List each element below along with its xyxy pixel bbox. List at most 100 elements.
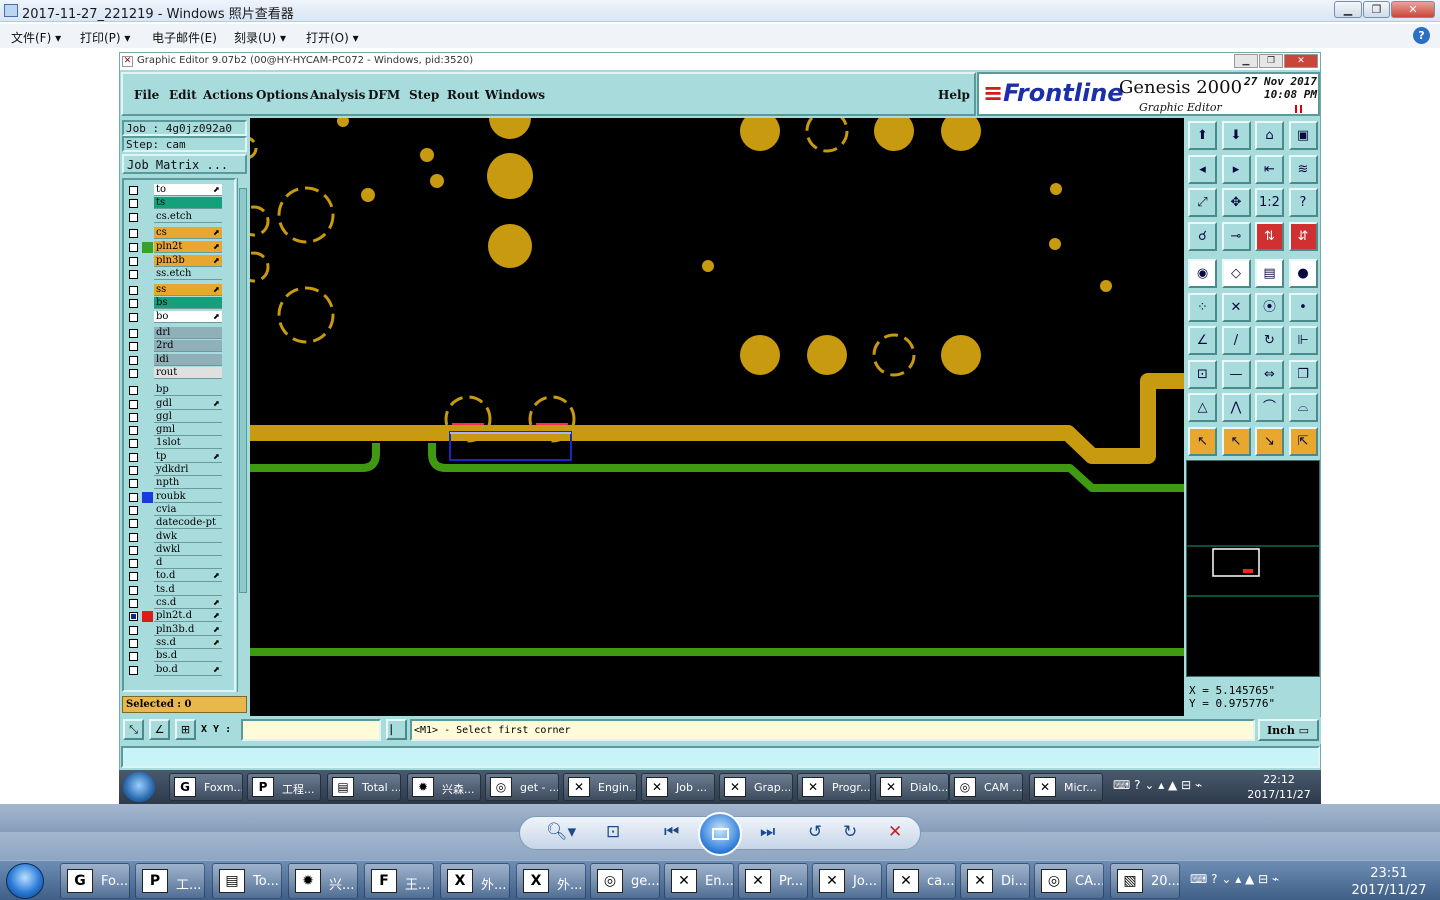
- layer-name[interactable]: dwkl: [154, 543, 222, 556]
- layer-checkbox[interactable]: [129, 368, 138, 378]
- zoom-in-icon[interactable]: ⬇: [1221, 121, 1251, 150]
- layer-affected-swatch[interactable]: [142, 185, 153, 196]
- layer-row-to-d[interactable]: to.d ⬈: [126, 570, 234, 583]
- layer-row-bs-d[interactable]: bs.d: [126, 650, 234, 663]
- layer-row-ss[interactable]: ss ⬈: [126, 284, 234, 297]
- pan-right-icon[interactable]: ▸: [1221, 154, 1251, 184]
- layer-checkbox[interactable]: [129, 412, 138, 422]
- layer-name[interactable]: gdl: [154, 397, 222, 410]
- layer-name[interactable]: ggl: [154, 410, 222, 423]
- taskbar-item[interactable]: ✕ Pr...: [738, 863, 808, 899]
- layer-name[interactable]: ss.d: [154, 636, 222, 649]
- layer-affected-swatch[interactable]: [142, 638, 153, 649]
- genesis-minimize-button[interactable]: ▁: [1234, 54, 1258, 68]
- layer-checkbox[interactable]: [129, 228, 138, 238]
- layer-checkbox[interactable]: [129, 652, 138, 662]
- layer-affected-swatch[interactable]: [142, 328, 153, 339]
- layer-name[interactable]: 2rd: [154, 340, 222, 353]
- layer-affected-swatch[interactable]: [142, 312, 153, 323]
- taskbar-item[interactable]: X 外...: [440, 863, 510, 899]
- unit-selector[interactable]: Inch ▭: [1258, 719, 1319, 741]
- layer-checkbox[interactable]: [129, 572, 138, 582]
- layer-affected-swatch[interactable]: [142, 611, 153, 623]
- layer-affected-swatch[interactable]: [142, 465, 153, 476]
- layer-checkbox[interactable]: [129, 545, 138, 555]
- menu-actions[interactable]: Actions: [203, 88, 253, 102]
- menu-help[interactable]: Help: [938, 88, 970, 102]
- layer-row-drl[interactable]: drl: [126, 327, 234, 339]
- layer-name[interactable]: ss: [154, 284, 222, 297]
- layer-affected-swatch[interactable]: [142, 571, 153, 582]
- taskbar-item[interactable]: F 王...: [364, 863, 434, 899]
- layer-checkbox[interactable]: [129, 355, 138, 365]
- pan-left-icon[interactable]: ◂: [1188, 154, 1217, 184]
- job-matrix-button[interactable]: Job Matrix ...: [122, 154, 247, 174]
- layer-row-pln3b-d[interactable]: pln3b.d ⬈: [126, 623, 234, 636]
- move-pointer-icon[interactable]: ↘: [1255, 426, 1284, 456]
- layer-affected-swatch[interactable]: [142, 228, 153, 239]
- layer-checkbox[interactable]: [129, 386, 138, 396]
- taskbar-item[interactable]: ✕ Jo...: [812, 863, 882, 899]
- layer-checkbox[interactable]: [129, 625, 138, 635]
- layer-row-npth[interactable]: npth: [126, 477, 234, 490]
- layer-checkbox[interactable]: [129, 532, 138, 542]
- layer-row-cvia[interactable]: cvia: [126, 503, 234, 516]
- zoom-window-icon[interactable]: ⤡: [123, 719, 144, 740]
- layer-name[interactable]: pln2t.d: [154, 610, 222, 623]
- layer-checkbox[interactable]: [129, 492, 138, 502]
- layer-checkbox[interactable]: [129, 599, 138, 608]
- layer-affected-swatch[interactable]: [142, 532, 153, 543]
- vertex-icon[interactable]: ⋀: [1221, 393, 1251, 422]
- next-icon[interactable]: ⏭: [760, 822, 775, 842]
- taskbar-item[interactable]: ✕ En...: [664, 863, 734, 899]
- taskbar-item[interactable]: ◎ CA...: [1034, 863, 1104, 899]
- menu-options[interactable]: Options: [256, 88, 308, 102]
- actual-size-icon[interactable]: ⊡: [606, 822, 620, 842]
- inner-taskbar-item[interactable]: ✹ 兴森...: [407, 773, 481, 801]
- layer-checkbox[interactable]: [129, 342, 138, 352]
- arc-edit-icon[interactable]: ⌒: [1255, 393, 1284, 422]
- horizontal-line-icon[interactable]: —: [1221, 359, 1251, 389]
- layer-affected-swatch[interactable]: [142, 368, 153, 379]
- fit-icon[interactable]: ⇤: [1255, 154, 1284, 184]
- snap-icon[interactable]: ≋: [1288, 154, 1318, 184]
- layer-row-cs[interactable]: cs ⬈: [126, 226, 234, 239]
- drill-icon[interactable]: ●: [1288, 259, 1318, 288]
- layer-checkbox[interactable]: [129, 559, 138, 569]
- genesis-close-button[interactable]: ✕: [1284, 54, 1318, 68]
- inner-taskbar-item[interactable]: ✕ Dialo...: [875, 773, 949, 801]
- layer-name[interactable]: roubk: [154, 490, 222, 503]
- minimize-button[interactable]: ▁: [1334, 1, 1362, 18]
- expand-icon[interactable]: ⤢: [1188, 188, 1217, 217]
- layer-affected-swatch[interactable]: [142, 545, 153, 556]
- layer-name[interactable]: bs.d: [154, 650, 222, 663]
- layer-name[interactable]: cs.etch: [154, 210, 222, 223]
- layer-name[interactable]: rout: [154, 366, 222, 379]
- taskbar-item[interactable]: ✕ ca...: [886, 863, 956, 899]
- layer-name[interactable]: bs: [154, 297, 222, 310]
- layer-name[interactable]: tp: [154, 450, 222, 463]
- layer-name[interactable]: gml: [154, 424, 222, 437]
- taskbar-item[interactable]: P 工...: [135, 863, 205, 899]
- layer-row-pln2t[interactable]: pln2t ⬈: [126, 241, 234, 254]
- layer-affected-swatch[interactable]: [142, 505, 153, 516]
- layer-row-2rd[interactable]: 2rd: [126, 340, 234, 353]
- overview-map[interactable]: [1186, 460, 1320, 677]
- layer-row-ydkdrl[interactable]: ydkdrl: [126, 464, 234, 476]
- angle-icon[interactable]: ∠: [1188, 326, 1217, 355]
- layer-up-icon[interactable]: ⇅: [1255, 221, 1284, 251]
- scale-icon[interactable]: 1:2: [1255, 188, 1284, 217]
- layer-row-bo-d[interactable]: bo.d ⬈: [126, 663, 234, 676]
- layer-affected-swatch[interactable]: [142, 651, 153, 662]
- inner-taskbar-item[interactable]: ✕ Grap...: [719, 773, 793, 801]
- layer-affected-swatch[interactable]: [142, 478, 153, 489]
- layer-affected-swatch[interactable]: [142, 585, 153, 596]
- layer-checkbox[interactable]: [129, 585, 138, 595]
- layer-row-ss-d[interactable]: ss.d ⬈: [126, 636, 234, 649]
- layer-affected-swatch[interactable]: [142, 399, 153, 410]
- split-icon[interactable]: ⊩: [1288, 326, 1318, 355]
- layer-row-pln2t-d[interactable]: pln2t.d ⬈: [126, 610, 234, 623]
- layer-affected-swatch[interactable]: [142, 452, 153, 463]
- inner-taskbar-item[interactable]: ◎ get - ...: [485, 773, 559, 801]
- box-icon[interactable]: ⊡: [1188, 359, 1217, 389]
